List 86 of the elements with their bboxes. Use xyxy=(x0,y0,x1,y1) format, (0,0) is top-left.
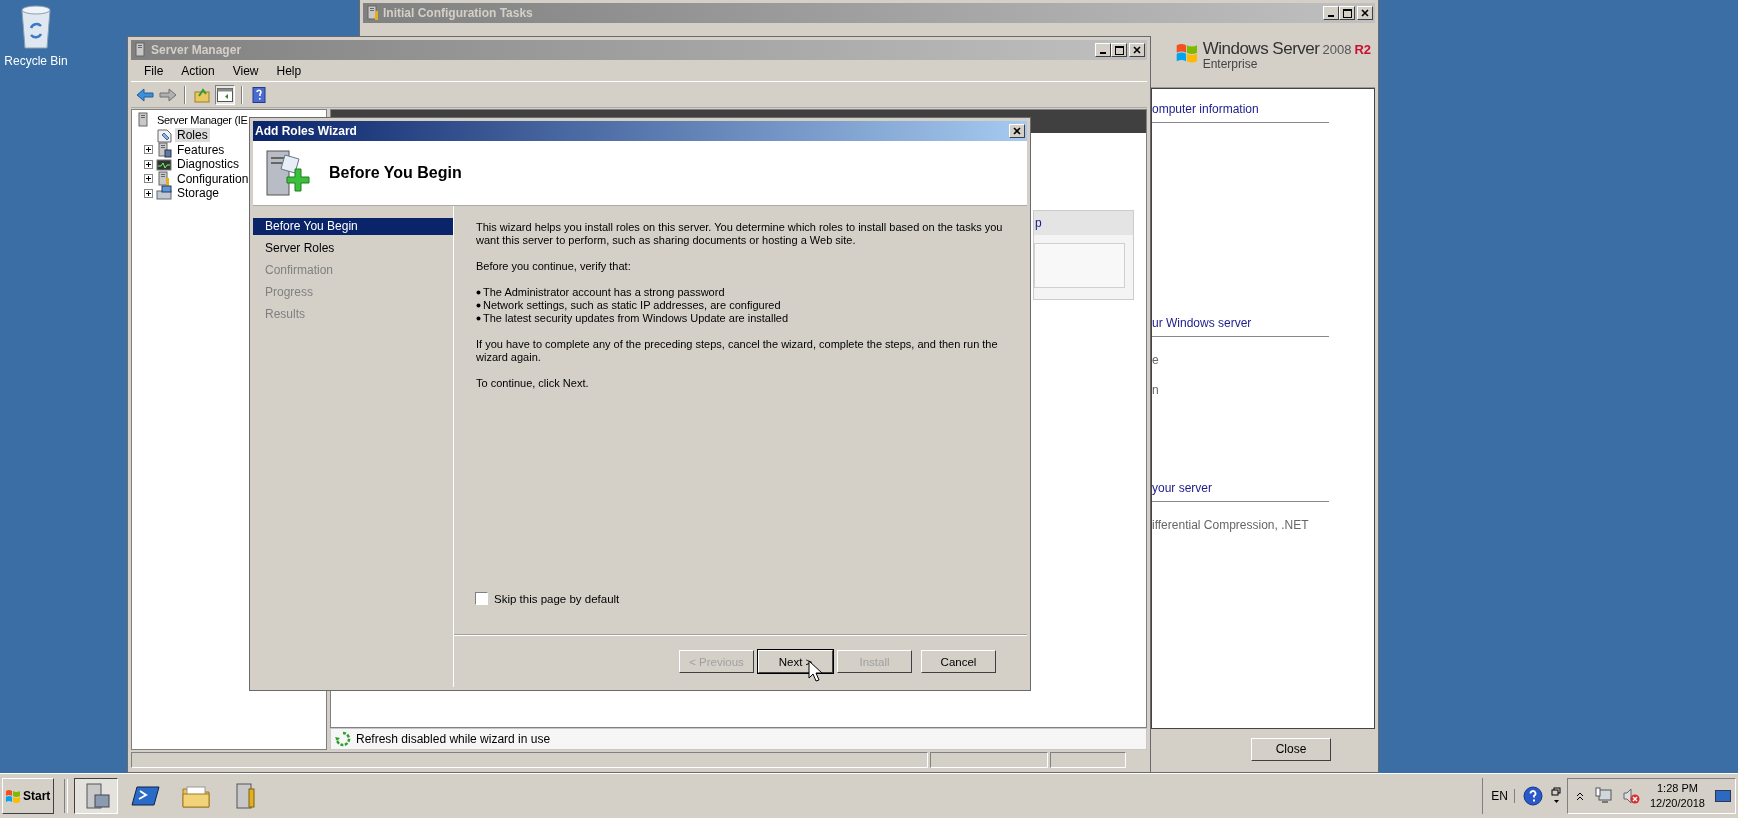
task-text: ifferential Compression, .NET xyxy=(1152,518,1310,532)
bullet-icon xyxy=(476,316,481,321)
window-title: Initial Configuration Tasks xyxy=(383,6,534,20)
tree-item[interactable]: Server Manager (IE xyxy=(155,113,250,127)
panel-heading: p xyxy=(1034,211,1133,235)
recycle-bin-icon[interactable] xyxy=(19,4,53,50)
diagnostics-icon xyxy=(156,156,172,173)
features-icon xyxy=(156,141,172,158)
bullet-icon xyxy=(476,303,481,308)
wizard-step: Confirmation xyxy=(253,262,453,279)
close-icon xyxy=(1133,46,1141,54)
checkbox[interactable] xyxy=(475,592,488,605)
close-button[interactable]: Close xyxy=(1251,737,1331,761)
checkbox-label[interactable]: Skip this page by default xyxy=(494,592,620,605)
page-heading: Before You Begin xyxy=(329,164,462,182)
expand-icon[interactable] xyxy=(144,174,153,184)
menu-item[interactable]: Action xyxy=(172,63,224,78)
help-icon[interactable] xyxy=(1522,786,1543,806)
network-icon[interactable] xyxy=(1593,787,1612,805)
close-icon xyxy=(1361,9,1369,17)
back-icon xyxy=(136,86,154,103)
restore-icon[interactable] xyxy=(1550,786,1561,806)
help-icon xyxy=(250,86,268,103)
wizard-button[interactable]: Cancel xyxy=(921,650,996,673)
server-manager-taskbar-button[interactable] xyxy=(74,778,118,814)
paragraph: This wizard helps you install roles on this server. You determine which roles to install based on the tasks you want this server to perform, such as sharing documents or hosting a Web site. xyxy=(476,221,1003,247)
tools-icon xyxy=(365,5,379,21)
paragraph: To continue, click Next. xyxy=(476,377,590,390)
list-item: The Administrator account has a strong password xyxy=(483,286,725,299)
menu-item[interactable]: Help xyxy=(267,63,311,78)
recycle-bin-label[interactable]: Recycle Bin xyxy=(4,54,68,68)
logo-version: 2008 xyxy=(1322,42,1352,57)
start-button[interactable]: Start xyxy=(2,778,54,814)
task-text: e xyxy=(1152,353,1160,367)
logo-release: R2 xyxy=(1354,42,1371,57)
show-pane-button[interactable] xyxy=(215,84,235,105)
wizard-step: Progress xyxy=(253,284,453,301)
cursor-icon xyxy=(808,660,822,682)
wizard-step[interactable]: Before You Begin xyxy=(253,218,453,235)
paragraph: Before you continue, verify that: xyxy=(476,260,632,273)
paragraph: If you have to complete any of the preceding steps, cancel the wizard, complete the steps, and then run the wizard again. xyxy=(476,338,999,364)
section-heading: your server xyxy=(1152,481,1329,502)
status-text: Refresh disabled while wizard in use xyxy=(356,732,551,746)
menu-item[interactable]: File xyxy=(135,63,173,78)
language-indicator[interactable]: EN xyxy=(1491,789,1515,803)
muted-speaker-icon[interactable] xyxy=(1621,787,1640,805)
section-heading: ur Windows server xyxy=(1152,316,1329,337)
wizard-step: Results xyxy=(253,306,453,323)
clock-date[interactable]: 12/20/2018 xyxy=(1649,796,1705,811)
logo-edition: Enterprise xyxy=(1202,57,1259,71)
list-item: Network settings, such as static IP addresses, are configured xyxy=(483,299,781,312)
maximize-icon xyxy=(1114,45,1124,55)
expand-icon[interactable] xyxy=(144,188,153,198)
tree-item[interactable]: Features xyxy=(175,142,227,157)
maximize-icon xyxy=(1342,8,1352,18)
show-desktop-icon[interactable] xyxy=(1715,789,1731,803)
tree-item[interactable]: Configuration xyxy=(175,171,251,186)
expand-icon[interactable] xyxy=(144,159,153,169)
tree-item[interactable]: Roles xyxy=(175,128,210,143)
refresh-icon xyxy=(335,731,351,747)
storage-icon xyxy=(156,185,172,202)
up-folder-icon xyxy=(193,86,211,103)
close-icon xyxy=(1013,127,1021,135)
show-pane-icon xyxy=(216,86,234,103)
logo-wordmark: Windows Server xyxy=(1202,39,1320,59)
expand-icon[interactable] xyxy=(144,145,153,155)
list-item: The latest security updates from Windows Update are installed xyxy=(483,312,789,325)
server-add-icon xyxy=(263,147,311,199)
close-button[interactable] xyxy=(1009,124,1025,138)
chevron-up-icon[interactable] xyxy=(1575,791,1584,801)
forward-icon xyxy=(159,86,177,103)
server-icon xyxy=(133,42,147,58)
windows-flag-icon xyxy=(5,788,21,804)
window-title: Add Roles Wizard xyxy=(255,124,358,138)
section-heading: omputer information xyxy=(1152,102,1329,123)
roles-icon xyxy=(156,127,172,144)
clock-time[interactable]: 1:28 PM xyxy=(1657,781,1698,796)
tree-item[interactable]: Diagnostics xyxy=(175,157,242,172)
menu-item[interactable]: View xyxy=(223,63,268,78)
bullet-icon xyxy=(476,290,481,295)
window-title: Server Manager xyxy=(151,43,243,57)
help-button[interactable] xyxy=(249,84,269,105)
task-text: n xyxy=(1152,383,1160,397)
configuration-icon xyxy=(156,170,172,187)
tree-item[interactable]: Storage xyxy=(175,186,222,201)
wizard-step[interactable]: Server Roles xyxy=(253,240,453,257)
